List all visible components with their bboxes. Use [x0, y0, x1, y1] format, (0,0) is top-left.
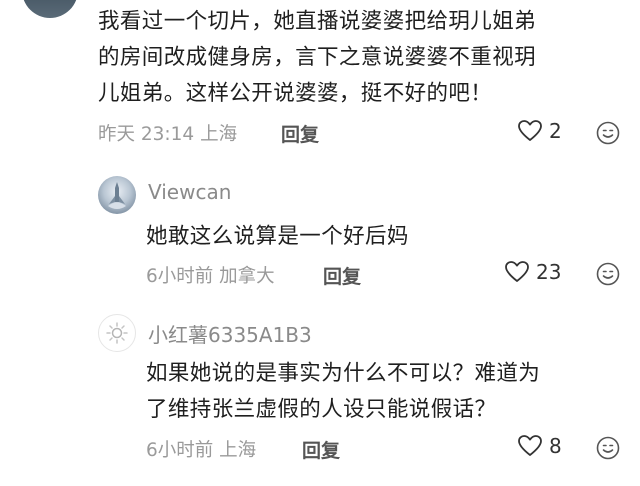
comment-text-line: 的房间改成健身房，言下之意说婆婆不重视玥: [98, 45, 537, 70]
reply-text-line: 如果她说的是事实为什么不可以？难道为: [146, 361, 541, 386]
comment-text-line: 我看过一个切片，她直播说婆婆把给玥儿姐弟: [98, 9, 537, 34]
emoji-face-icon[interactable]: [596, 262, 620, 286]
comment-thread: 我看过一个切片，她直播说婆婆把给玥儿姐弟 的房间改成健身房，言下之意说婆婆不重视…: [0, 0, 640, 486]
like-count: 8: [549, 434, 562, 458]
like-count: 23: [536, 260, 562, 284]
comment-text-line: 儿姐弟。这样公开说婆婆，挺不好的吧！: [98, 81, 493, 106]
reply-username[interactable]: Viewcan: [148, 180, 231, 204]
viewcan-avatar[interactable]: [98, 176, 136, 214]
reply-text-line: 她敢这么说算是一个好后妈: [146, 224, 409, 249]
xhs-user-avatar[interactable]: [98, 314, 136, 352]
reply-button[interactable]: 回复: [281, 120, 319, 147]
reply-button[interactable]: 回复: [323, 262, 361, 289]
heart-outline-icon: [505, 261, 529, 282]
like-button[interactable]: 8: [517, 434, 562, 458]
heart-outline-icon: [518, 120, 542, 141]
like-button[interactable]: 23: [504, 260, 561, 284]
rocket-illustration-icon: [108, 182, 126, 209]
reply-meta: 6小时前 加拿大: [146, 266, 275, 287]
commenter-avatar[interactable]: [22, 0, 78, 18]
emoji-face-icon[interactable]: [596, 436, 620, 460]
like-button[interactable]: 2: [517, 119, 562, 143]
comment-meta: 昨天 23:14 上海: [98, 124, 238, 145]
like-count: 2: [549, 119, 562, 143]
reply-meta: 6小时前 上海: [146, 440, 257, 461]
reply-button[interactable]: 回复: [302, 436, 340, 463]
reply-username[interactable]: 小红薯6335A1B3: [148, 319, 312, 348]
heart-outline-icon: [518, 435, 542, 456]
emoji-face-icon[interactable]: [596, 121, 620, 145]
sun-icon: [106, 322, 128, 344]
reply-text-line: 了维持张兰虚假的人设只能说假话？: [146, 397, 497, 422]
